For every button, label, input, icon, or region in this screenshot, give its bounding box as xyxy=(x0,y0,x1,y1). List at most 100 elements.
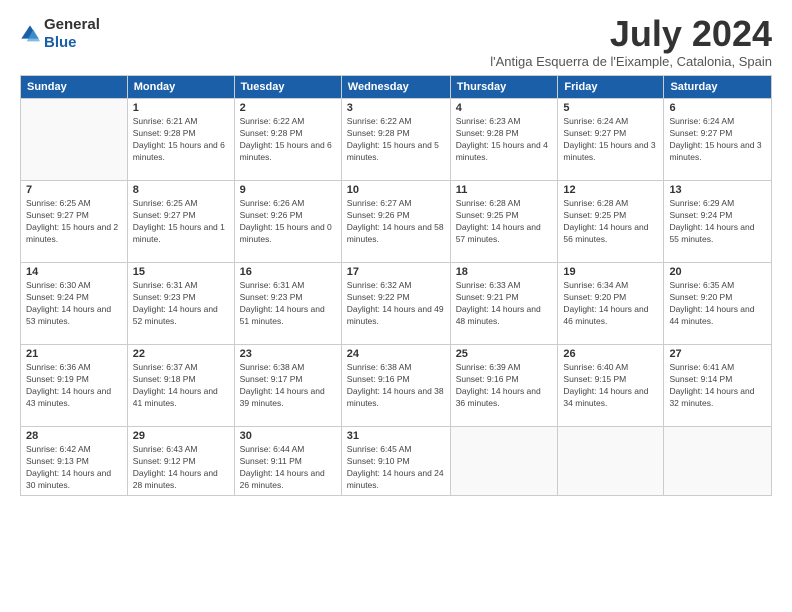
day-info: Sunrise: 6:32 AM Sunset: 9:22 PM Dayligh… xyxy=(347,280,445,328)
header-friday: Friday xyxy=(558,76,664,99)
day-info: Sunrise: 6:24 AM Sunset: 9:27 PM Dayligh… xyxy=(563,116,658,164)
day-number: 27 xyxy=(669,348,766,360)
table-row: 30Sunrise: 6:44 AM Sunset: 9:11 PM Dayli… xyxy=(234,427,341,496)
table-row: 26Sunrise: 6:40 AM Sunset: 9:15 PM Dayli… xyxy=(558,345,664,427)
day-number: 1 xyxy=(133,102,229,114)
table-row: 25 Sunrise: 6:39 AM Sunset: 9:16 PM Dayli… xyxy=(450,345,558,427)
table-row: 24 Sunrise: 6:38 AM Sunset: 9:16 PM Dayli… xyxy=(341,345,450,427)
day-number: 13 xyxy=(669,184,766,196)
day-info: Sunrise: 6:44 AM Sunset: 9:11 PM Dayligh… xyxy=(240,444,336,492)
day-number: 10 xyxy=(347,184,445,196)
day-info: Sunrise: 6:38 AM Sunset: 9:17 PM Dayligh… xyxy=(240,362,336,410)
table-row: 31Sunrise: 6:45 AM Sunset: 9:10 PM Dayli… xyxy=(341,427,450,496)
logo-blue: Blue xyxy=(44,34,77,51)
day-number: 11 xyxy=(456,184,553,196)
day-info: Sunrise: 6:29 AM Sunset: 9:24 PM Dayligh… xyxy=(669,198,766,246)
table-row: 4Sunrise: 6:23 AM Sunset: 9:28 PM Daylig… xyxy=(450,99,558,181)
day-number: 7 xyxy=(26,184,122,196)
header-tuesday: Tuesday xyxy=(234,76,341,99)
calendar: Sunday Monday Tuesday Wednesday Thursday… xyxy=(20,75,772,496)
day-info: Sunrise: 6:40 AM Sunset: 9:15 PM Dayligh… xyxy=(563,362,658,410)
day-info: Sunrise: 6:36 AM Sunset: 9:19 PM Dayligh… xyxy=(26,362,122,410)
day-number: 23 xyxy=(240,348,336,360)
table-row: 15Sunrise: 6:31 AM Sunset: 9:23 PM Dayli… xyxy=(127,263,234,345)
day-number: 24 xyxy=(347,348,445,360)
table-row xyxy=(21,99,128,181)
table-row xyxy=(558,427,664,496)
table-row: 14 Sunrise: 6:30 AM Sunset: 9:24 PM Dayli… xyxy=(21,263,128,345)
table-row: 10Sunrise: 6:27 AM Sunset: 9:26 PM Dayli… xyxy=(341,181,450,263)
day-number: 14 xyxy=(26,266,122,278)
day-info: Sunrise: 6:42 AM Sunset: 9:13 PM Dayligh… xyxy=(26,444,122,492)
page: General Blue July 2024 l'Antiga Esquerra… xyxy=(0,0,792,612)
table-row: 7 Sunrise: 6:25 AM Sunset: 9:27 PM Daylig… xyxy=(21,181,128,263)
day-number: 15 xyxy=(133,266,229,278)
table-row: 1 Sunrise: 6:21 AM Sunset: 9:28 PM Daylig… xyxy=(127,99,234,181)
header-sunday: Sunday xyxy=(21,76,128,99)
day-info: Sunrise: 6:41 AM Sunset: 9:14 PM Dayligh… xyxy=(669,362,766,410)
table-row: 27 Sunrise: 6:41 AM Sunset: 9:14 PM Dayli… xyxy=(664,345,772,427)
day-number: 22 xyxy=(133,348,229,360)
table-row: 22 Sunrise: 6:37 AM Sunset: 9:18 PM Dayli… xyxy=(127,345,234,427)
day-info: Sunrise: 6:22 AM Sunset: 9:28 PM Dayligh… xyxy=(240,116,336,164)
logo-general: General xyxy=(44,16,100,33)
day-info: Sunrise: 6:25 AM Sunset: 9:27 PM Dayligh… xyxy=(26,198,122,246)
header-wednesday: Wednesday xyxy=(341,76,450,99)
day-number: 21 xyxy=(26,348,122,360)
day-info: Sunrise: 6:37 AM Sunset: 9:18 PM Dayligh… xyxy=(133,362,229,410)
day-info: Sunrise: 6:21 AM Sunset: 9:28 PM Dayligh… xyxy=(133,116,229,164)
logo-icon xyxy=(20,24,40,44)
day-info: Sunrise: 6:45 AM Sunset: 9:10 PM Dayligh… xyxy=(347,444,445,492)
weekday-header-row: Sunday Monday Tuesday Wednesday Thursday… xyxy=(21,76,772,99)
table-row: 16Sunrise: 6:31 AM Sunset: 9:23 PM Dayli… xyxy=(234,263,341,345)
table-row: 11Sunrise: 6:28 AM Sunset: 9:25 PM Dayli… xyxy=(450,181,558,263)
day-info: Sunrise: 6:31 AM Sunset: 9:23 PM Dayligh… xyxy=(240,280,336,328)
day-number: 9 xyxy=(240,184,336,196)
table-row: 13 Sunrise: 6:29 AM Sunset: 9:24 PM Dayli… xyxy=(664,181,772,263)
day-info: Sunrise: 6:38 AM Sunset: 9:16 PM Dayligh… xyxy=(347,362,445,410)
day-info: Sunrise: 6:25 AM Sunset: 9:27 PM Dayligh… xyxy=(133,198,229,246)
day-info: Sunrise: 6:26 AM Sunset: 9:26 PM Dayligh… xyxy=(240,198,336,246)
day-info: Sunrise: 6:30 AM Sunset: 9:24 PM Dayligh… xyxy=(26,280,122,328)
day-number: 18 xyxy=(456,266,553,278)
day-number: 20 xyxy=(669,266,766,278)
day-info: Sunrise: 6:35 AM Sunset: 9:20 PM Dayligh… xyxy=(669,280,766,328)
day-info: Sunrise: 6:28 AM Sunset: 9:25 PM Dayligh… xyxy=(563,198,658,246)
day-info: Sunrise: 6:22 AM Sunset: 9:28 PM Dayligh… xyxy=(347,116,445,164)
day-info: Sunrise: 6:33 AM Sunset: 9:21 PM Dayligh… xyxy=(456,280,553,328)
table-row: 23 Sunrise: 6:38 AM Sunset: 9:17 PM Dayli… xyxy=(234,345,341,427)
table-row: 29 Sunrise: 6:43 AM Sunset: 9:12 PM Dayli… xyxy=(127,427,234,496)
header-monday: Monday xyxy=(127,76,234,99)
day-number: 17 xyxy=(347,266,445,278)
table-row xyxy=(664,427,772,496)
logo: General Blue xyxy=(20,16,100,52)
table-row: 5 Sunrise: 6:24 AM Sunset: 9:27 PM Daylig… xyxy=(558,99,664,181)
header: General Blue July 2024 l'Antiga Esquerra… xyxy=(20,16,772,69)
day-number: 12 xyxy=(563,184,658,196)
location-title: l'Antiga Esquerra de l'Eixample, Catalon… xyxy=(490,54,772,69)
day-number: 5 xyxy=(563,102,658,114)
day-number: 29 xyxy=(133,430,229,442)
table-row xyxy=(450,427,558,496)
day-number: 2 xyxy=(240,102,336,114)
table-row: 6 Sunrise: 6:24 AM Sunset: 9:27 PM Daylig… xyxy=(664,99,772,181)
table-row: 8Sunrise: 6:25 AM Sunset: 9:27 PM Daylig… xyxy=(127,181,234,263)
day-info: Sunrise: 6:24 AM Sunset: 9:27 PM Dayligh… xyxy=(669,116,766,164)
day-number: 28 xyxy=(26,430,122,442)
day-info: Sunrise: 6:39 AM Sunset: 9:16 PM Dayligh… xyxy=(456,362,553,410)
day-info: Sunrise: 6:43 AM Sunset: 9:12 PM Dayligh… xyxy=(133,444,229,492)
table-row: 28 Sunrise: 6:42 AM Sunset: 9:13 PM Dayli… xyxy=(21,427,128,496)
table-row: 18 Sunrise: 6:33 AM Sunset: 9:21 PM Dayli… xyxy=(450,263,558,345)
table-row: 20 Sunrise: 6:35 AM Sunset: 9:20 PM Dayli… xyxy=(664,263,772,345)
title-section: July 2024 l'Antiga Esquerra de l'Eixampl… xyxy=(490,16,772,69)
month-title: July 2024 xyxy=(490,16,772,52)
day-number: 19 xyxy=(563,266,658,278)
day-info: Sunrise: 6:23 AM Sunset: 9:28 PM Dayligh… xyxy=(456,116,553,164)
header-thursday: Thursday xyxy=(450,76,558,99)
header-saturday: Saturday xyxy=(664,76,772,99)
day-number: 6 xyxy=(669,102,766,114)
table-row: 3Sunrise: 6:22 AM Sunset: 9:28 PM Daylig… xyxy=(341,99,450,181)
day-number: 25 xyxy=(456,348,553,360)
day-info: Sunrise: 6:34 AM Sunset: 9:20 PM Dayligh… xyxy=(563,280,658,328)
table-row: 2 Sunrise: 6:22 AM Sunset: 9:28 PM Daylig… xyxy=(234,99,341,181)
